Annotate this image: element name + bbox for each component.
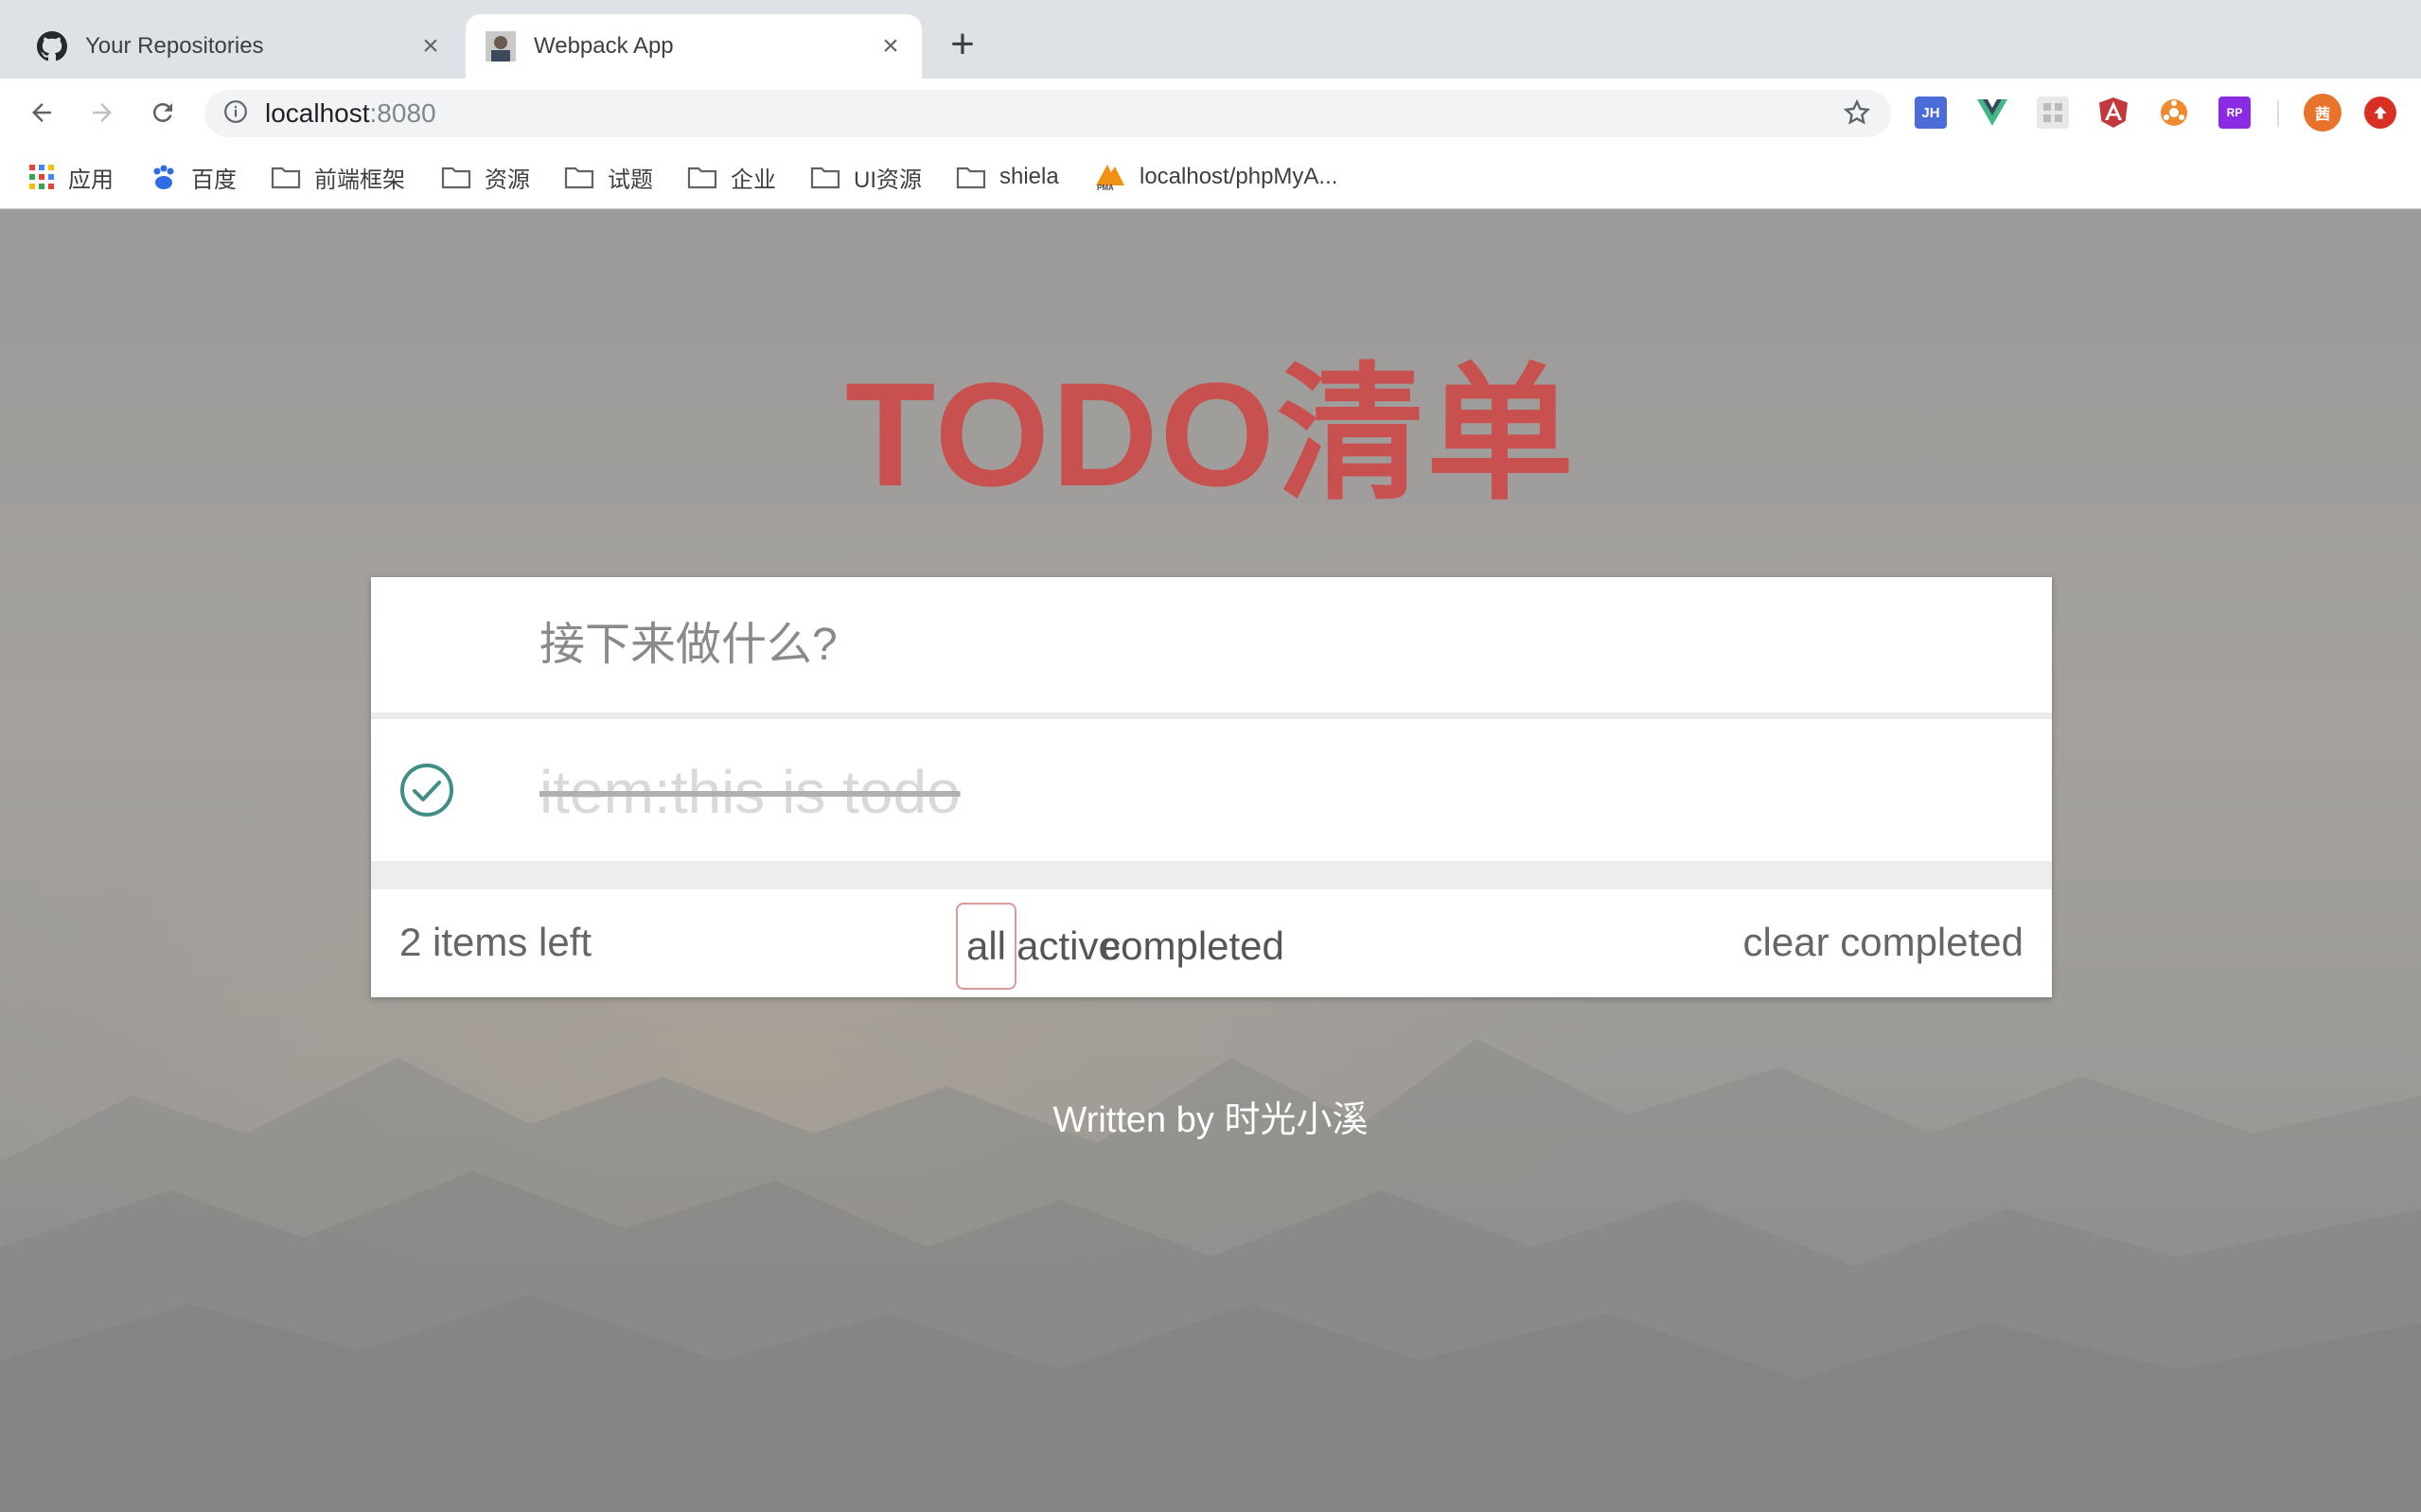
- item-divider: [371, 861, 2052, 889]
- clear-completed-button[interactable]: clear completed: [1743, 920, 2023, 965]
- url-text: localhost:8080: [265, 98, 436, 129]
- bookmark-label: UI资源: [854, 167, 922, 193]
- grid-extension-icon[interactable]: [2037, 97, 2069, 129]
- folder-icon: [956, 165, 986, 189]
- angular-extension-icon[interactable]: [2097, 97, 2129, 129]
- bookmarks-bar: 应用 百度 前端框架 资源 试题 企业 UI资源 shiela PMA loca…: [0, 147, 2421, 209]
- bookmark-apps[interactable]: 应用: [28, 160, 114, 194]
- address-bar[interactable]: localhost:8080: [204, 90, 1891, 137]
- app-title: TODO清单: [845, 353, 1576, 518]
- orange-extension-icon[interactable]: [2158, 97, 2190, 129]
- vue-devtools-icon[interactable]: [1976, 97, 2008, 129]
- bookmark-folder-exams[interactable]: 试题: [564, 160, 653, 194]
- profile-avatar-icon[interactable]: 茜: [2304, 94, 2341, 132]
- items-left-count: 2 items left: [399, 920, 592, 964]
- forward-button[interactable]: [81, 92, 123, 133]
- bookmark-folder-shiela[interactable]: shiela: [956, 160, 1059, 194]
- todo-card: item:this is todo 2 items left all activ…: [371, 577, 2052, 997]
- bookmark-star-icon[interactable]: [1842, 97, 1872, 132]
- bookmark-folder-ui-resources[interactable]: UI资源: [810, 160, 922, 194]
- bookmark-label: 资源: [485, 167, 530, 193]
- tab-title: Webpack App: [534, 33, 674, 59]
- todo-text[interactable]: item:this is todo: [539, 757, 961, 827]
- back-button[interactable]: [21, 92, 62, 133]
- author-credit: Written by 时光小溪: [1052, 1100, 1369, 1140]
- reload-button[interactable]: [142, 92, 184, 133]
- toolbar-separator: [2277, 100, 2279, 127]
- bookmark-folder-frontend[interactable]: 前端框架: [271, 160, 405, 194]
- bookmark-baidu[interactable]: 百度: [150, 160, 237, 194]
- reload-icon: [153, 103, 172, 122]
- tab-your-repositories[interactable]: Your Repositories ×: [17, 14, 462, 79]
- url-port: :8080: [369, 98, 436, 128]
- folder-icon: [564, 165, 594, 189]
- site-info-icon[interactable]: [223, 99, 248, 129]
- close-tab-icon[interactable]: ×: [415, 30, 447, 62]
- filter-completed[interactable]: completed: [1101, 903, 1284, 990]
- jh-extension-icon[interactable]: JH: [1915, 97, 1947, 129]
- new-todo-input[interactable]: [371, 577, 2052, 712]
- new-tab-button[interactable]: +: [944, 24, 981, 65]
- app-page: TODO清单 item:this is todo 2 items left al…: [0, 210, 2421, 1512]
- baidu-paw-icon: [150, 163, 178, 191]
- tab-title: Your Repositories: [85, 33, 264, 59]
- rp-extension-icon[interactable]: RP: [2218, 97, 2251, 129]
- bookmark-label: localhost/phpMyA...: [1140, 164, 1338, 189]
- bookmark-label: 企业: [731, 167, 776, 193]
- bookmark-phpmyadmin[interactable]: PMA localhost/phpMyA...: [1094, 160, 1337, 194]
- browser-toolbar: localhost:8080 JH RP 茜: [0, 79, 2421, 147]
- browser-tab-strip: Your Repositories × Webpack App × +: [0, 0, 2421, 79]
- bookmark-folder-enterprise[interactable]: 企业: [687, 160, 776, 194]
- bookmark-label: 百度: [191, 167, 237, 193]
- github-icon: [36, 30, 68, 62]
- todo-footer: 2 items left all active completed clear …: [371, 889, 2052, 997]
- todo-item: item:this is todo: [371, 719, 2052, 861]
- filter-active[interactable]: active: [1016, 903, 1121, 990]
- url-host: localhost: [265, 98, 370, 128]
- todo-checkbox[interactable]: [398, 762, 455, 818]
- bookmark-label: 前端框架: [314, 167, 405, 193]
- apps-grid-icon: [28, 164, 55, 190]
- filter-all[interactable]: all: [956, 903, 1016, 990]
- update-extension-icon[interactable]: [2364, 97, 2396, 129]
- folder-icon: [687, 165, 717, 189]
- bookmark-label: shiela: [999, 164, 1059, 189]
- checked-circle-icon: [400, 764, 453, 817]
- close-tab-icon[interactable]: ×: [875, 30, 907, 62]
- bookmark-label: 试题: [608, 167, 653, 193]
- back-arrow-icon: [32, 103, 51, 122]
- folder-icon: [810, 165, 840, 189]
- folder-icon: [441, 165, 471, 189]
- svg-text:PMA: PMA: [1097, 184, 1114, 191]
- bookmark-label: 应用: [68, 167, 114, 193]
- input-divider: [371, 712, 2052, 719]
- phpmyadmin-icon: PMA: [1094, 163, 1126, 191]
- tab-webpack-app[interactable]: Webpack App ×: [466, 14, 922, 79]
- avatar-favicon: [485, 30, 517, 62]
- folder-icon: [271, 165, 301, 189]
- bookmark-folder-resources[interactable]: 资源: [441, 160, 530, 194]
- forward-arrow-icon: [93, 103, 112, 122]
